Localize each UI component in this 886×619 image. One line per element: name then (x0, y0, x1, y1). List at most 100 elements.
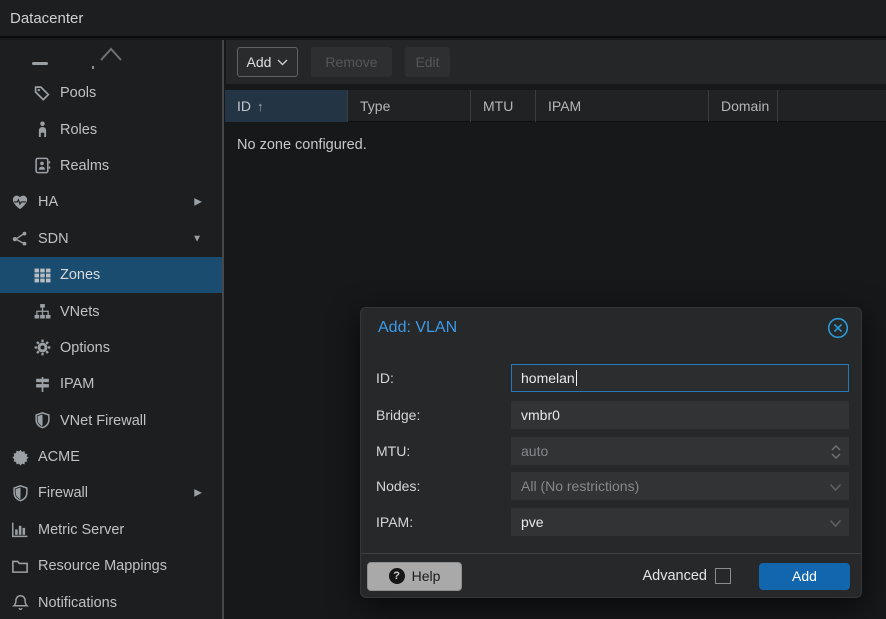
sidebar-item-resource-mappings[interactable]: Resource Mappings (0, 548, 222, 584)
chevron-right-icon[interactable]: ▶ (194, 488, 202, 499)
field-row-id: ID: homelan (361, 364, 863, 392)
edit-button[interactable]: Edit (405, 47, 450, 77)
ipam-select[interactable]: pve (511, 508, 849, 536)
edit-button-label: Edit (415, 54, 439, 70)
chevron-down-icon[interactable] (829, 509, 842, 537)
column-header-id[interactable]: ID ↑ (225, 90, 348, 122)
sidebar-item-ipam[interactable]: IPAM (0, 366, 222, 402)
page-title: Datacenter (10, 10, 83, 27)
dialog-footer: ? Help Advanced Add (361, 553, 861, 598)
ipam-field-label: IPAM: (376, 508, 413, 536)
sidebar-item-label: Zones (60, 267, 100, 283)
sidebar-item-options[interactable]: Options (0, 330, 222, 366)
sidebar-item-label: IPAM (60, 376, 94, 392)
help-button[interactable]: ? Help (367, 562, 462, 591)
sidebar-item-notifications[interactable]: Notifications (0, 584, 222, 619)
add-button[interactable]: Add (237, 47, 298, 77)
submit-add-button[interactable]: Add (759, 563, 850, 590)
question-mark-icon: ? (389, 568, 405, 584)
submit-add-label: Add (792, 568, 817, 584)
folder-icon (10, 558, 30, 575)
partial-item-icon (32, 62, 48, 65)
sidebar-items: Pools Roles Realms HA ▶ (0, 75, 222, 619)
id-input[interactable]: homelan (511, 364, 849, 392)
close-icon[interactable] (827, 317, 849, 339)
sidebar-item-realms[interactable]: Realms (0, 148, 222, 184)
sidebar-item-label: Pools (60, 85, 96, 101)
sidebar-item-label: Roles (60, 122, 97, 138)
chevron-down-icon[interactable] (829, 473, 842, 501)
column-label: MTU (483, 98, 513, 114)
field-row-bridge: Bridge: vmbr0 (361, 401, 863, 429)
help-button-label: Help (412, 568, 441, 584)
heartbeat-icon (10, 194, 30, 211)
zones-table-header: ID ↑ Type MTU IPAM Domain (225, 90, 886, 122)
chevron-right-icon[interactable]: ▶ (194, 197, 202, 208)
sidebar-item-ha[interactable]: HA ▶ (0, 184, 222, 220)
advanced-checkbox[interactable] (715, 568, 731, 584)
footer-right-group: Advanced Add (643, 563, 851, 590)
map-signs-icon (32, 376, 52, 393)
field-row-nodes: Nodes: All (No restrictions) (361, 472, 863, 500)
mtu-spinner[interactable]: auto (511, 437, 849, 465)
dialog-title: Add: VLAN (378, 319, 457, 337)
user-icon (32, 121, 52, 138)
sidebar-item-label: Notifications (38, 595, 117, 611)
proxmox-datacenter-page: Datacenter Pools Roles (0, 0, 886, 619)
text-cursor (576, 370, 578, 386)
bridge-input[interactable]: vmbr0 (511, 401, 849, 429)
bell-icon (10, 594, 30, 611)
certificate-icon (10, 449, 30, 466)
partial-item-dot (92, 66, 94, 69)
column-label: Domain (721, 98, 769, 114)
column-label: ID (237, 98, 251, 114)
advanced-label: Advanced (643, 568, 708, 584)
shield-icon (32, 412, 52, 429)
sidebar-item-vnets[interactable]: VNets (0, 293, 222, 329)
sidebar-item-sdn[interactable]: SDN ▼ (0, 221, 222, 257)
sidebar-item-label: Firewall (38, 485, 88, 501)
shield-icon (10, 485, 30, 502)
sort-ascending-icon: ↑ (257, 99, 264, 114)
share-nodes-icon (10, 230, 30, 247)
sidebar-item-metric-server[interactable]: Metric Server (0, 512, 222, 548)
bridge-input-value: vmbr0 (521, 407, 560, 423)
add-button-label: Add (247, 54, 272, 70)
sidebar-item-zones[interactable]: Zones (0, 257, 222, 293)
column-header-type[interactable]: Type (348, 90, 471, 122)
sitemap-icon (32, 303, 52, 320)
chevron-down-icon[interactable]: ▼ (192, 233, 202, 244)
column-header-mtu[interactable]: MTU (471, 90, 536, 122)
column-header-ipam[interactable]: IPAM (536, 90, 709, 122)
sidebar-item-firewall[interactable]: Firewall ▶ (0, 475, 222, 511)
remove-button-label: Remove (325, 54, 377, 70)
field-row-ipam: IPAM: pve (361, 508, 863, 536)
ipam-select-value: pve (521, 514, 544, 530)
nodes-select[interactable]: All (No restrictions) (511, 472, 849, 500)
sidebar-item-label: VNet Firewall (60, 413, 146, 429)
sidebar-item-label: SDN (38, 231, 69, 247)
bar-chart-icon (10, 521, 30, 538)
zones-toolbar: Add Remove Edit (226, 40, 886, 84)
mtu-field-label: MTU: (376, 437, 410, 465)
column-label: Type (360, 98, 390, 114)
sidebar-item-vnet-firewall[interactable]: VNet Firewall (0, 403, 222, 439)
remove-button[interactable]: Remove (311, 47, 392, 77)
nodes-field-label: Nodes: (376, 472, 420, 500)
spinner-up-down-icon[interactable] (830, 438, 842, 466)
sidebar-item-label: ACME (38, 449, 80, 465)
grid-icon (32, 267, 52, 284)
sidebar-item-label: HA (38, 194, 58, 210)
sidebar-item-roles[interactable]: Roles (0, 111, 222, 147)
sidebar-item-pools[interactable]: Pools (0, 75, 222, 111)
tags-icon (32, 85, 52, 102)
column-label: IPAM (548, 98, 581, 114)
id-input-value: homelan (521, 370, 575, 386)
sidebar-item-label: Realms (60, 158, 109, 174)
column-header-domain[interactable]: Domain (709, 90, 778, 122)
sidebar-item-label: Metric Server (38, 522, 124, 538)
sidebar-item-acme[interactable]: ACME (0, 439, 222, 475)
sidebar-tree: Pools Roles Realms HA ▶ (0, 40, 224, 619)
id-field-label: ID: (376, 364, 394, 392)
sidebar-scroll-up-indicator[interactable] (0, 44, 222, 74)
